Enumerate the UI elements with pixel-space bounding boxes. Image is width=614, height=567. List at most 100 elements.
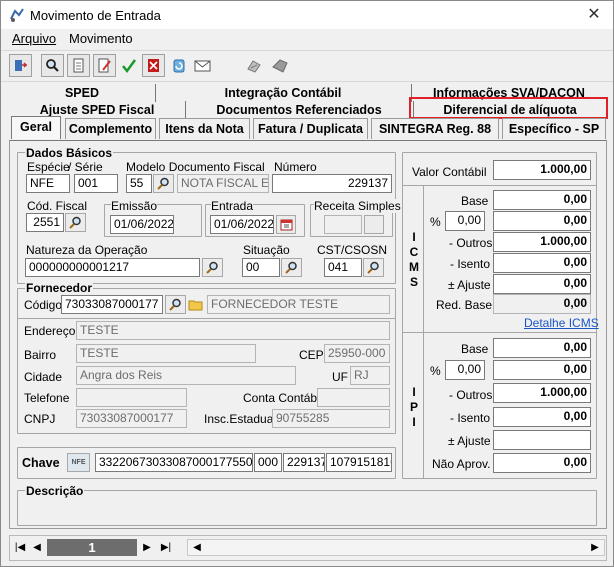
bairro-value: TESTE <box>76 344 256 363</box>
endereco-value: TESTE <box>76 321 390 340</box>
icms-pct-value[interactable]: 0,00 <box>445 211 485 231</box>
tab-especifico-sp[interactable]: Específico - SP <box>502 118 606 139</box>
new-icon[interactable] <box>67 54 90 77</box>
tab-sped[interactable]: SPED <box>9 84 156 102</box>
fornecedor-nome: FORNECEDOR TESTE <box>207 295 390 314</box>
prev-record-button[interactable]: ◀ <box>29 539 45 556</box>
icms-valor[interactable]: 0,00 <box>493 211 591 231</box>
tab-complemento[interactable]: Complemento <box>65 118 156 139</box>
natureza-search-icon[interactable] <box>202 258 223 277</box>
folder-icon[interactable] <box>186 295 205 314</box>
entrada-input[interactable]: 01/06/2022 <box>210 215 274 234</box>
ipi-ajuste-value[interactable] <box>493 430 591 450</box>
ipi-base-value[interactable]: 0,00 <box>493 338 591 358</box>
chave-part4[interactable]: 1079151816 <box>326 453 392 472</box>
ipi-divider-top <box>403 332 596 333</box>
valor-contabil-value[interactable]: 1.000,00 <box>493 160 591 180</box>
ipi-label: IPI <box>409 385 418 429</box>
ipi-outros-value[interactable]: 1.000,00 <box>493 383 591 403</box>
mail-icon[interactable] <box>191 54 214 77</box>
modelo-label: Modelo Documento Fiscal <box>126 160 265 174</box>
modelo-search-icon[interactable] <box>153 174 174 193</box>
especie-input[interactable]: NFE <box>26 174 70 193</box>
tab-documentos-referenciados[interactable]: Documentos Referenciados <box>185 101 414 119</box>
numero-input[interactable]: 229137 <box>272 174 392 193</box>
cst-input[interactable]: 041 <box>324 258 362 277</box>
ipi-valor[interactable]: 0,00 <box>493 360 591 380</box>
emissao-input[interactable]: 01/06/2022 <box>110 215 174 234</box>
codigo-input[interactable]: 73033087000177 <box>61 295 163 314</box>
menu-movimento[interactable]: Movimento <box>69 31 133 46</box>
title-bar: Movimento de Entrada ✕ <box>1 1 613 29</box>
scroll-left-button[interactable]: ◀ <box>189 539 205 556</box>
tab-integracao-contabil[interactable]: Integração Contábil <box>155 84 412 102</box>
toolbar <box>1 50 613 82</box>
uf-label: UF <box>332 370 348 384</box>
receita-input <box>324 215 362 234</box>
ipi-pct-value[interactable]: 0,00 <box>445 360 485 380</box>
chave-part1[interactable]: 33220673033087000177550010 <box>95 453 253 472</box>
ipi-vline <box>423 332 424 478</box>
icms-ajuste-value[interactable]: 0,00 <box>493 274 591 294</box>
situacao-input[interactable]: 00 <box>242 258 280 277</box>
entrada-label: Entrada <box>211 199 254 213</box>
last-record-button[interactable]: ▶| <box>157 539 175 556</box>
fornecedor-title: Fornecedor <box>25 281 94 295</box>
situacao-search-icon[interactable] <box>281 258 302 277</box>
ipi-naoaprov-label: Não Aprov. <box>432 457 491 471</box>
menu-arquivo[interactable]: Arquivo <box>12 31 56 46</box>
icms-outros-value[interactable]: 1.000,00 <box>493 232 591 252</box>
edit-icon[interactable] <box>93 54 116 77</box>
tab-itens-da-nota[interactable]: Itens da Nota <box>159 118 250 139</box>
icms-base-value[interactable]: 0,00 <box>493 190 591 210</box>
telefone-value <box>76 388 187 407</box>
cod-fiscal-input[interactable]: 2551 <box>26 213 64 232</box>
modelo-input[interactable]: 55 <box>126 174 152 193</box>
confirm-icon[interactable] <box>117 54 140 77</box>
exit-icon[interactable] <box>9 54 32 77</box>
uf-value: RJ <box>350 366 390 385</box>
telefone-label: Telefone <box>24 391 70 405</box>
icms-label: ICMS <box>409 230 419 289</box>
search-icon[interactable] <box>41 54 64 77</box>
calendar-icon[interactable] <box>276 215 296 234</box>
chave-part2[interactable]: 000 <box>254 453 282 472</box>
emissao-label: Emissão <box>111 199 158 213</box>
natureza-input[interactable]: 000000000001217 <box>25 258 200 277</box>
ipi-naoaprov-value[interactable]: 0,00 <box>493 453 591 473</box>
codigo-label: Código <box>24 298 63 312</box>
receita-button[interactable] <box>364 215 384 234</box>
fornecedor-search-icon[interactable] <box>165 295 186 314</box>
main-window: Movimento de Entrada ✕ Arquivo Movimento… <box>0 0 614 567</box>
serie-input[interactable]: 001 <box>74 174 118 193</box>
chave-part3[interactable]: 229137 <box>283 453 325 472</box>
icms-pct-label: % <box>430 215 441 229</box>
delete-icon[interactable] <box>142 54 165 77</box>
tab-sintegra[interactable]: SINTEGRA Reg. 88 <box>371 118 499 139</box>
scroll-right-button[interactable]: ▶ <box>587 539 603 556</box>
tab-fatura-duplicata[interactable]: Fatura / Duplicata <box>253 118 368 139</box>
icms-base-label: Base <box>461 194 489 208</box>
horizontal-scrollbar[interactable] <box>187 539 605 556</box>
record-indicator[interactable]: 1 <box>47 539 137 556</box>
ipi-pct-label: % <box>430 364 441 378</box>
detalhe-icms-link[interactable]: Detalhe ICMS <box>524 316 599 330</box>
ipi-base-label: Base <box>461 342 489 356</box>
nfe-icon[interactable]: NFE <box>67 453 90 472</box>
highlight-box <box>409 97 608 119</box>
serie-label: / Série <box>68 160 103 174</box>
print-icon[interactable] <box>242 54 265 77</box>
cst-search-icon[interactable] <box>363 258 384 277</box>
fornecedor-divider <box>18 318 395 319</box>
first-record-button[interactable]: |◀ <box>12 539 28 556</box>
cep-value: 25950-000 <box>324 344 390 363</box>
cod-fiscal-search-icon[interactable] <box>65 213 86 232</box>
ipi-isento-value[interactable]: 0,00 <box>493 407 591 427</box>
tools-icon[interactable] <box>268 54 291 77</box>
icms-isento-value[interactable]: 0,00 <box>493 253 591 273</box>
tab-geral[interactable]: Geral <box>11 116 61 139</box>
icms-redbase-label: Red. Base <box>436 298 493 312</box>
refresh-icon[interactable] <box>167 54 190 77</box>
next-record-button[interactable]: ▶ <box>139 539 155 556</box>
close-button[interactable]: ✕ <box>581 4 607 26</box>
